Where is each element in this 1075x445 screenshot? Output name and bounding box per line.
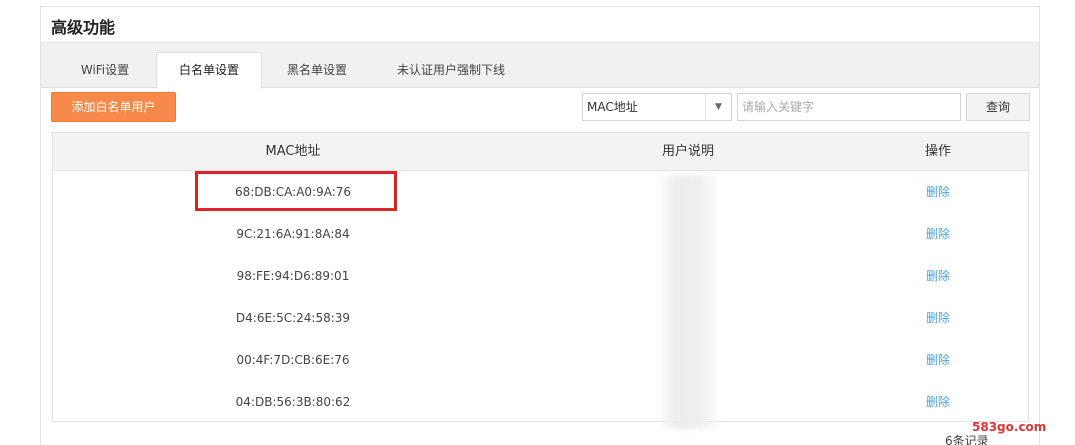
delete-link[interactable]: 删除 [888, 171, 988, 213]
delete-link[interactable]: 删除 [888, 213, 988, 255]
delete-link[interactable]: 删除 [888, 297, 988, 339]
tab-blacklist-settings[interactable]: 黑名单设置 [267, 53, 367, 89]
chevron-down-icon[interactable]: ▼ [705, 94, 731, 120]
delete-link[interactable]: 删除 [888, 381, 988, 423]
record-count: 6条记录 [945, 434, 989, 445]
keyword-search-input[interactable] [737, 93, 961, 121]
tab-whitelist-settings[interactable]: 白名单设置 [156, 52, 262, 89]
delete-link[interactable]: 删除 [888, 255, 988, 297]
mac-address-cell: 00:4F:7D:CB:6E:76 [236, 353, 350, 367]
column-header-actions: 操作 [924, 144, 951, 159]
delete-link[interactable]: 删除 [888, 339, 988, 381]
highlight-annotation-box [195, 171, 397, 211]
add-whitelist-user-button[interactable]: 添加白名单用户 [51, 92, 176, 122]
search-field-select[interactable]: MAC地址 ▼ [582, 93, 732, 121]
query-button[interactable]: 查询 [966, 93, 1030, 121]
table-row: 98:FE:94:D6:89:01 删除 [53, 255, 1028, 297]
mac-address-cell: 98:FE:94:D6:89:01 [236, 269, 350, 283]
table-header: MAC地址 用户说明 操作 [53, 133, 1028, 171]
tab-bar: WiFi设置 白名单设置 黑名单设置 未认证用户强制下线 [41, 42, 1039, 89]
tab-force-offline-unauthenticated[interactable]: 未认证用户强制下线 [371, 53, 531, 89]
column-header-mac: MAC地址 [265, 144, 321, 159]
page-title: 高级功能 [51, 18, 116, 37]
redaction-blur [661, 175, 717, 429]
mac-address-cell: 9C:21:6A:91:8A:84 [236, 227, 350, 241]
table-row: 04:DB:56:3B:80:62 删除 [53, 381, 1028, 423]
table-row: D4:6E:5C:24:58:39 删除 [53, 297, 1028, 339]
tab-wifi-settings[interactable]: WiFi设置 [53, 53, 157, 89]
advanced-settings-panel: 高级功能 WiFi设置 白名单设置 黑名单设置 未认证用户强制下线 添加白名单用… [40, 6, 1040, 445]
table-row: 00:4F:7D:CB:6E:76 删除 [53, 339, 1028, 381]
mac-address-cell: D4:6E:5C:24:58:39 [235, 311, 351, 325]
column-header-description: 用户说明 [661, 144, 714, 159]
search-field-selected-value: MAC地址 [587, 100, 638, 114]
table-row: 9C:21:6A:91:8A:84 删除 [53, 213, 1028, 255]
mac-address-cell: 04:DB:56:3B:80:62 [235, 395, 351, 409]
